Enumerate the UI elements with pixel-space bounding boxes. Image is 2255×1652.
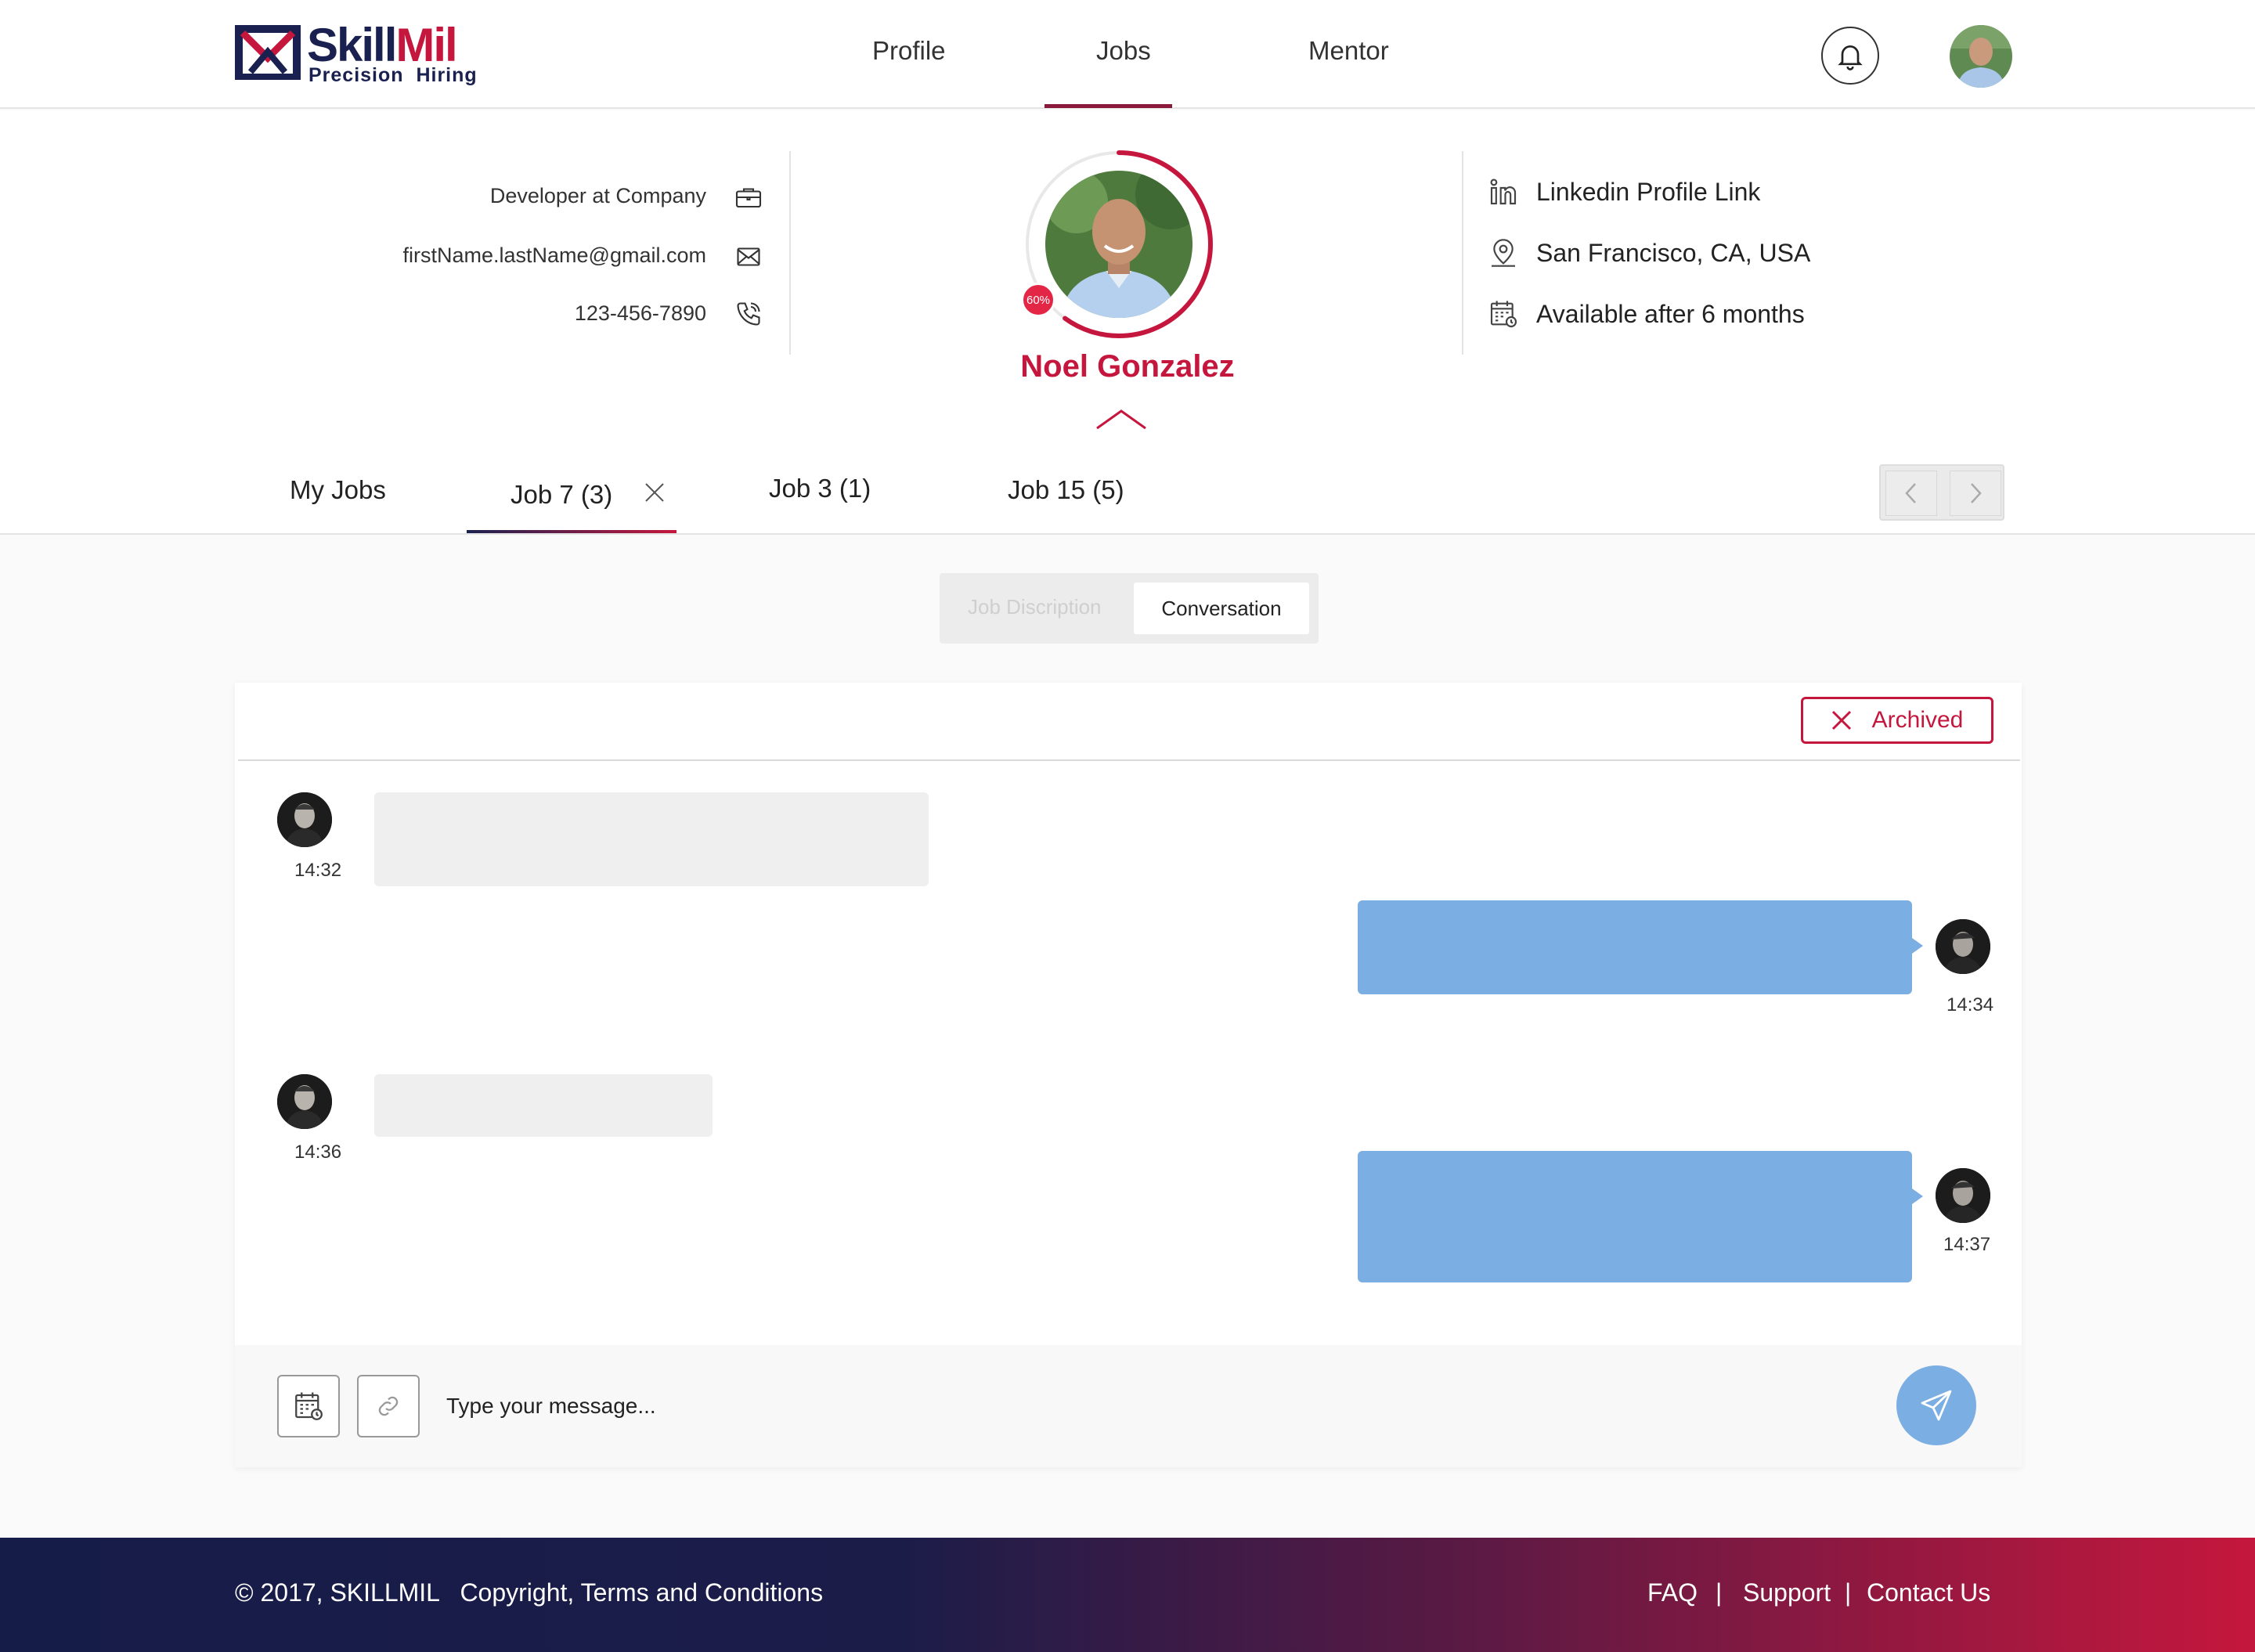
divider-right: [1462, 151, 1463, 355]
notifications-button[interactable]: [1821, 27, 1879, 85]
message-composer: [235, 1345, 2022, 1467]
phone-text[interactable]: 123-456-7890: [575, 301, 706, 326]
linkedin-link-text[interactable]: Linkedin Profile Link: [1536, 178, 1760, 207]
job-description-option[interactable]: Job Discription: [968, 595, 1102, 619]
incoming-message-bubble: [374, 1074, 713, 1137]
message-time: 14:32: [294, 860, 342, 881]
sender-avatar: [277, 792, 332, 847]
send-icon: [1921, 1390, 1952, 1421]
footer-link-contact-us[interactable]: Contact Us: [1867, 1578, 1990, 1607]
calendar-icon: [1490, 301, 1517, 328]
linkedin-icon: [1490, 179, 1517, 205]
logo-wordmark: SkillMil: [307, 19, 458, 71]
close-icon: [1831, 710, 1851, 730]
footer-separator: |: [1845, 1578, 1852, 1607]
nav-jobs[interactable]: Jobs: [1096, 36, 1151, 66]
recipient-avatar: [1936, 1168, 1990, 1223]
phone-row: 123-456-7890: [575, 301, 706, 326]
completion-badge: 60%: [1021, 283, 1055, 317]
calendar-icon: [295, 1392, 323, 1420]
location-icon: [1492, 239, 1515, 267]
footer-link-faq[interactable]: FAQ: [1647, 1578, 1698, 1607]
tab-job-7[interactable]: Job 7 (3): [511, 480, 612, 510]
mail-icon: [737, 247, 760, 266]
site-footer: © 2017, SKILLMIL Copyright, Terms and Co…: [0, 1538, 2255, 1652]
avatar-photo: [1950, 25, 2012, 88]
message-input[interactable]: [446, 1383, 1699, 1430]
job-title-text: Developer at Company: [489, 184, 706, 207]
message-time: 14:37: [1943, 1234, 1991, 1255]
bell-icon: [1838, 45, 1863, 70]
tabs-bottom-border: [0, 533, 2255, 535]
send-button[interactable]: [1896, 1365, 1976, 1445]
skillmil-logo[interactable]: SkillMil Precision Hiring: [233, 19, 477, 86]
chevron-right-icon: [1971, 483, 1982, 503]
nav-profile[interactable]: Profile: [872, 36, 946, 66]
footer-separator: |: [1716, 1578, 1723, 1607]
tabs-pager: [1879, 464, 2004, 521]
briefcase-icon: [735, 188, 762, 208]
schedule-button[interactable]: [277, 1375, 340, 1437]
location-text: San Francisco, CA, USA: [1536, 238, 1811, 267]
job-title-row: Developer at Company: [490, 184, 706, 208]
collapse-chevron-icon[interactable]: [1095, 408, 1147, 431]
message-time: 14:36: [294, 1142, 342, 1163]
archived-label: Archived: [1871, 707, 1964, 733]
profile-photo-with-progress: 60%: [1021, 146, 1217, 342]
nav-active-indicator: [1045, 104, 1172, 108]
availability-text: Available after 6 months: [1536, 299, 1805, 328]
message-time: 14:34: [1947, 994, 1994, 1015]
outgoing-message-bubble: [1358, 1151, 1923, 1282]
tab-job-3[interactable]: Job 3 (1): [769, 474, 871, 503]
divider-left: [789, 151, 791, 355]
top-navbar: SkillMil Precision Hiring Profile Jobs M…: [0, 0, 2255, 109]
link-icon: [378, 1396, 399, 1416]
tabs-prev-button[interactable]: [1885, 471, 1937, 516]
email-row: firstName.lastName@gmail.com: [403, 243, 707, 268]
recipient-avatar: [1936, 919, 1990, 974]
chevron-left-icon: [1905, 483, 1916, 503]
conversation-header: Archived: [238, 683, 2020, 761]
tab-my-jobs[interactable]: My Jobs: [290, 475, 386, 505]
availability-row: Available after 6 months: [1488, 298, 1805, 330]
sender-avatar: [277, 1074, 332, 1129]
nav-mentor[interactable]: Mentor: [1308, 36, 1389, 66]
email-text[interactable]: firstName.lastName@gmail.com: [403, 243, 707, 268]
attach-link-button[interactable]: [357, 1375, 420, 1437]
linkedin-row[interactable]: Linkedin Profile Link: [1488, 176, 1760, 207]
copyright-text[interactable]: © 2017, SKILLMIL Copyright, Terms and Co…: [235, 1578, 823, 1607]
conversation-option[interactable]: Conversation: [1134, 583, 1309, 634]
profile-photo: [1045, 171, 1192, 318]
tabs-next-button[interactable]: [1950, 471, 2001, 516]
tab-job-15[interactable]: Job 15 (5): [1008, 475, 1124, 505]
logo-tagline: Precision Hiring: [308, 64, 478, 86]
footer-link-support[interactable]: Support: [1743, 1578, 1831, 1607]
logo-mark-icon: [235, 25, 301, 80]
phone-icon: [737, 302, 760, 326]
conversation-panel: Archived 14:32 14:34 14:36 14:37: [235, 683, 2022, 1467]
outgoing-message-bubble: [1358, 900, 1923, 994]
archived-button[interactable]: Archived: [1801, 697, 1993, 744]
user-avatar[interactable]: [1950, 25, 2012, 88]
view-switcher: Job Discription Conversation: [940, 573, 1319, 644]
incoming-message-bubble: [374, 792, 929, 886]
close-tab-icon[interactable]: [644, 482, 666, 503]
candidate-name: Noel Gonzalez: [1020, 349, 1235, 384]
location-row: San Francisco, CA, USA: [1488, 237, 1810, 269]
